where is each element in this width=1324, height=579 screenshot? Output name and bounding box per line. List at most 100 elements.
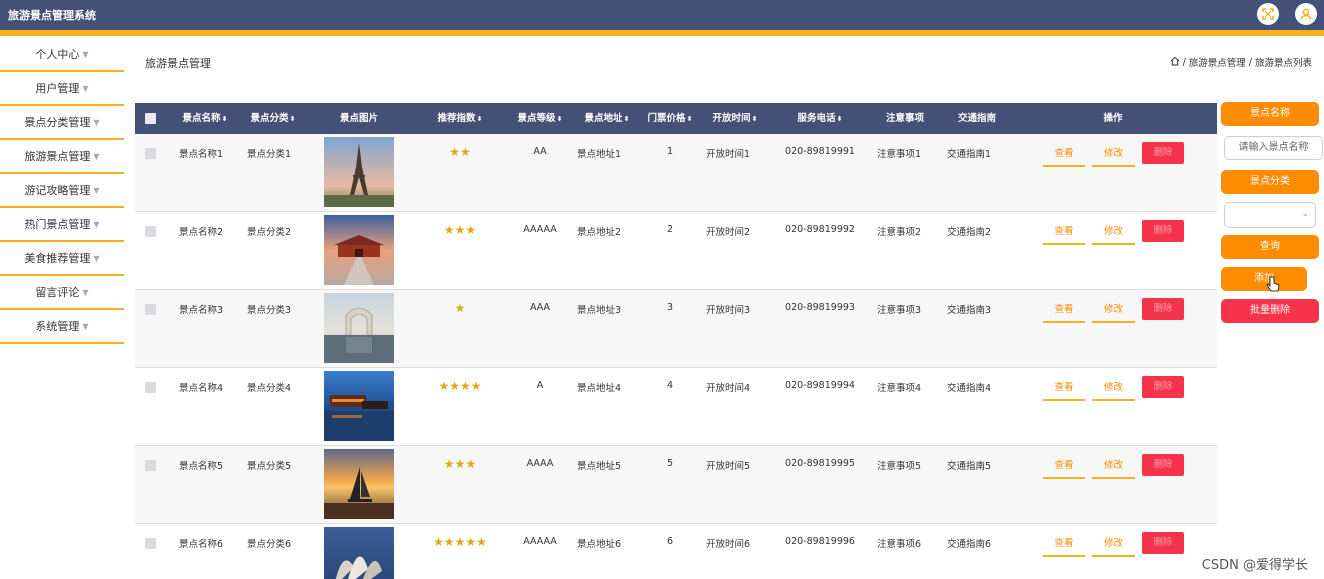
home-icon[interactable] [1170, 56, 1180, 69]
spot-price-cell: 4 [666, 380, 674, 391]
rating-stars: ★★★ [443, 223, 477, 237]
sort-icon[interactable]: ⬍ [477, 115, 483, 123]
sailboat-sunset-photo [324, 449, 394, 519]
column-header-phone[interactable]: 服务电话⬍ [790, 103, 850, 134]
spot-category-cell: 景点分类6 [247, 539, 292, 550]
row-checkbox[interactable] [145, 226, 156, 237]
select-all-checkbox[interactable] [145, 113, 156, 124]
edit-button[interactable]: 修改 [1092, 535, 1135, 557]
view-button[interactable]: 查看 [1043, 535, 1085, 557]
mouse-cursor-icon [1266, 276, 1280, 297]
sidebar-item-personal-center[interactable]: 个人中心 ▼ [0, 38, 124, 72]
delete-button[interactable]: 删除 [1142, 532, 1184, 554]
spot-category-cell: 景点分类5 [247, 461, 292, 472]
row-checkbox[interactable] [145, 304, 156, 315]
column-header-name[interactable]: 景点名称⬍ [175, 103, 235, 134]
delete-button[interactable]: 删除 [1142, 220, 1184, 242]
user-icon[interactable] [1295, 3, 1317, 25]
sidebar-item-users[interactable]: 用户管理 ▼ [0, 72, 124, 106]
column-header-level[interactable]: 景点等级⬍ [510, 103, 570, 134]
table-row: 景点名称5 景点分类5 AAAA 景点地址5 5 开放时间5 020-89819995 注意事… [135, 446, 1217, 524]
chevron-down-icon: ⌄ [1301, 209, 1309, 219]
edit-button[interactable]: 修改 [1092, 145, 1135, 167]
batch-delete-button[interactable]: 批量删除 [1221, 299, 1319, 323]
row-checkbox[interactable] [145, 538, 156, 549]
name-search-input[interactable]: 请输入景点名称 [1224, 136, 1323, 160]
row-checkbox[interactable] [145, 382, 156, 393]
spot-phone-cell: 020-89819996 [785, 536, 855, 547]
row-checkbox[interactable] [145, 460, 156, 471]
sort-icon[interactable]: ⬍ [687, 115, 693, 123]
table-row: 景点名称6 景点分类6 AAAAA 景点地址6 6 开放时间6 020-89819996 注意… [135, 524, 1217, 579]
query-button[interactable]: 查询 [1221, 235, 1319, 259]
view-button[interactable]: 查看 [1043, 379, 1085, 401]
sidebar-item-comments[interactable]: 留言评论 ▼ [0, 276, 124, 310]
column-header-rating[interactable]: 推荐指数⬍ [425, 103, 495, 134]
fullscreen-icon[interactable] [1257, 3, 1279, 25]
spot-notes-cell: 注意事项3 [877, 305, 922, 316]
chevron-down-icon: ▼ [82, 49, 89, 59]
column-header-address[interactable]: 景点地址⬍ [577, 103, 637, 134]
name-filter-label: 景点名称 [1221, 102, 1319, 126]
spot-name-cell: 景点名称6 [179, 539, 224, 550]
sidebar-item-category-management[interactable]: 景点分类管理 ▼ [0, 106, 124, 140]
view-button[interactable]: 查看 [1043, 457, 1085, 479]
chevron-down-icon: ▼ [93, 185, 100, 195]
chevron-down-icon: ▼ [93, 117, 100, 127]
spot-hours-cell: 开放时间2 [706, 227, 751, 238]
search-panel: 景点名称 [1221, 102, 1319, 126]
sort-icon[interactable]: ⬍ [222, 115, 228, 123]
spot-guide-cell: 交通指南4 [947, 383, 992, 394]
sort-icon[interactable]: ⬍ [624, 115, 630, 123]
delete-button[interactable]: 删除 [1142, 298, 1184, 320]
palace-gate-photo [324, 215, 394, 285]
rating-stars: ★★★★★ [433, 535, 487, 549]
breadcrumb-item[interactable]: 旅游景点管理 [1189, 55, 1246, 69]
row-checkbox[interactable] [145, 148, 156, 159]
table-row: 景点名称1 景点分类1 AA 景点地址1 1 开放时间1 020-89819991 注意事项1… [135, 134, 1217, 212]
edit-button[interactable]: 修改 [1092, 379, 1135, 401]
sidebar-item-label: 用户管理 [35, 82, 80, 95]
spot-price-cell: 5 [666, 458, 674, 469]
spot-notes-cell: 注意事项4 [877, 383, 922, 394]
sort-icon[interactable]: ⬍ [290, 115, 296, 123]
opera-house-photo [324, 527, 394, 579]
delete-button[interactable]: 删除 [1142, 454, 1184, 476]
spot-hours-cell: 开放时间5 [706, 461, 751, 472]
sidebar-item-travel-notes[interactable]: 游记攻略管理 ▼ [0, 174, 124, 208]
sidebar-item-spot-management[interactable]: 旅游景点管理 ▼ [0, 140, 124, 174]
spot-phone-cell: 020-89819994 [785, 380, 855, 391]
column-header-actions: 操作 [1103, 113, 1123, 124]
add-button[interactable]: 添加 [1221, 267, 1307, 291]
column-header-image: 景点图片 [339, 113, 378, 124]
spot-address-cell: 景点地址3 [577, 305, 622, 316]
table-row: 景点名称3 景点分类3 AAA 景点地址3 3 开放时间3 020-89819993 注意事项… [135, 290, 1217, 368]
spot-guide-cell: 交通指南6 [947, 539, 992, 550]
watermark: CSDN @爱得学长 [1201, 558, 1308, 573]
view-button[interactable]: 查看 [1043, 223, 1085, 245]
category-select[interactable]: ⌄ [1224, 202, 1316, 228]
edit-button[interactable]: 修改 [1092, 457, 1135, 479]
view-button[interactable]: 查看 [1043, 145, 1085, 167]
edit-button[interactable]: 修改 [1092, 301, 1135, 323]
column-header-guide: 交通指南 [957, 113, 996, 124]
accent-strip [0, 30, 1324, 36]
sort-icon[interactable]: ⬍ [752, 115, 758, 123]
spot-level-cell: AAAA [526, 458, 554, 469]
column-header-price[interactable]: 门票价格⬍ [641, 103, 699, 134]
column-header-category[interactable]: 景点分类⬍ [243, 103, 303, 134]
view-button[interactable]: 查看 [1043, 301, 1085, 323]
spot-hours-cell: 开放时间4 [706, 383, 751, 394]
sort-icon[interactable]: ⬍ [557, 115, 563, 123]
spot-category-cell: 景点分类2 [247, 227, 292, 238]
sidebar-item-popular-spots[interactable]: 热门景点管理 ▼ [0, 208, 124, 242]
column-header-hours[interactable]: 开放时间⬍ [705, 103, 765, 134]
sidebar-item-label: 个人中心 [35, 48, 80, 61]
sidebar-item-food-recommendations[interactable]: 美食推荐管理 ▼ [0, 242, 124, 276]
delete-button[interactable]: 删除 [1142, 376, 1184, 398]
sidebar-item-system[interactable]: 系统管理 ▼ [0, 310, 124, 344]
spot-name-cell: 景点名称5 [179, 461, 224, 472]
edit-button[interactable]: 修改 [1092, 223, 1135, 245]
sort-icon[interactable]: ⬍ [837, 115, 843, 123]
delete-button[interactable]: 删除 [1142, 142, 1184, 164]
